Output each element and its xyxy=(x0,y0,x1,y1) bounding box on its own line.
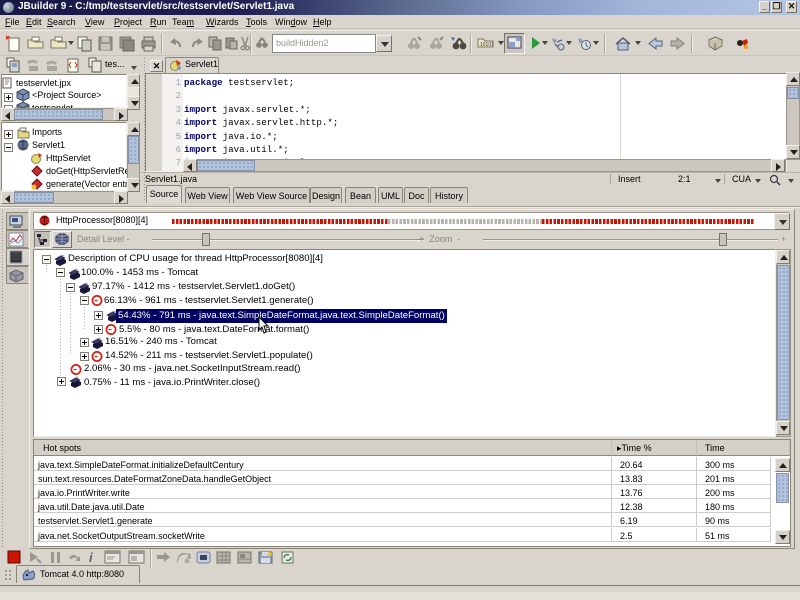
svg-text:10101: 10101 xyxy=(480,42,494,48)
